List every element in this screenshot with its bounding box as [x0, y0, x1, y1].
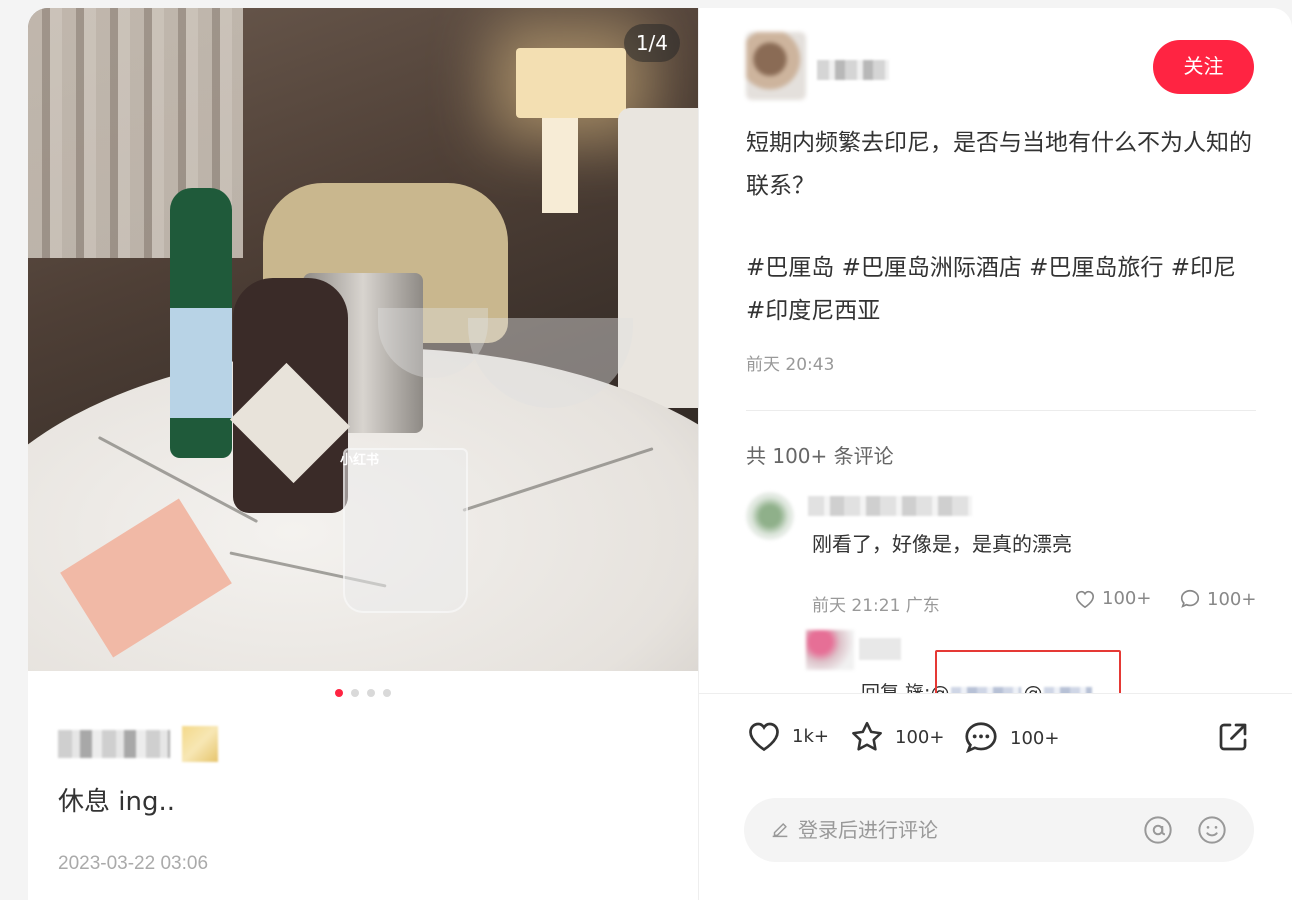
engagement-bar: 1k+ 100+ 100+ [699, 693, 1292, 900]
photo-lamp-base [542, 118, 578, 213]
photo-lamp [516, 48, 626, 118]
reply-avatar[interactable] [806, 630, 854, 670]
photo-tumbler-glass [343, 448, 468, 613]
reply-author-blurred[interactable] [859, 638, 901, 660]
comment-avatar[interactable] [746, 492, 794, 540]
divider [746, 410, 1256, 411]
favorite-count: 100+ [895, 726, 945, 748]
carousel-dots [28, 689, 698, 697]
comment-icon [1180, 589, 1200, 608]
comment-like-button[interactable]: 100+ [1074, 588, 1151, 609]
favorite-button[interactable]: 100+ [849, 719, 944, 755]
comment-author-blurred[interactable] [808, 496, 972, 516]
image-counter: 1/4 [623, 24, 680, 62]
post-time: 前天 20:43 [746, 355, 835, 375]
comment-reply-button[interactable]: 100+ [1179, 588, 1256, 610]
author-name-blurred[interactable] [817, 60, 889, 80]
at-icon[interactable] [1142, 814, 1174, 846]
carousel-dot[interactable] [383, 689, 391, 697]
photo-watermark: 小红书 [340, 453, 380, 468]
star-icon [852, 721, 882, 751]
carousel-dot[interactable] [367, 689, 375, 697]
reply-prefix: 回复 旛: [861, 682, 931, 693]
photo-bottle-pellegrino [170, 188, 232, 458]
comment-meta: 前天 21:21 广东 [812, 596, 940, 616]
post-description: 短期内频繁去印尼，是否与当地有什么不为人知的联系？ [746, 130, 1252, 199]
like-count: 1k+ [792, 725, 829, 747]
comment-total: 100+ [1010, 727, 1060, 749]
comment-reply-count: 100+ [1207, 588, 1257, 610]
annotation-highlight-box [935, 650, 1121, 693]
emoji-icon[interactable] [1196, 814, 1228, 846]
post-title: 休息 ing.. [58, 787, 176, 817]
note-detail-pane: 短期内频繁去印尼，是否与当地有什么不为人知的联系？ #巴厘岛 #巴厘岛洲际酒店 … [699, 8, 1292, 900]
pen-icon [772, 823, 788, 838]
carousel-dot[interactable] [335, 689, 343, 697]
author-avatar[interactable] [746, 32, 806, 100]
heart-icon [1075, 590, 1095, 608]
comment-icon [965, 722, 997, 754]
author-header: 关注 [699, 8, 1292, 128]
comment-text: 刚看了，好像是，是真的漂亮 [812, 532, 1072, 556]
comment-like-count: 100+ [1102, 588, 1152, 609]
author-name-blurred [58, 730, 170, 758]
heart-icon [749, 722, 779, 752]
comment-input-box[interactable] [744, 798, 1254, 862]
photo-bed [618, 108, 698, 408]
share-icon [1219, 723, 1247, 751]
carousel-dot[interactable] [351, 689, 359, 697]
photo-bottle-gin [229, 278, 351, 513]
comment-count: 共 100+ 条评论 [746, 444, 894, 468]
post-tags[interactable]: #巴厘岛 #巴厘岛洲际酒店 #巴厘岛旅行 #印尼 #印度尼西亚 [746, 247, 1258, 333]
like-button[interactable]: 1k+ [746, 719, 829, 753]
note-photo[interactable]: 小红书 1/4 [28, 8, 698, 671]
follow-button[interactable]: 关注 [1153, 40, 1254, 94]
note-media-pane: 小红书 1/4 休息 ing.. 2023-03-22 03:06 [28, 8, 698, 900]
share-button[interactable] [1215, 719, 1251, 755]
author-badge-blurred [182, 726, 218, 762]
comment-input[interactable] [798, 810, 1118, 850]
post-date: 2023-03-22 03:06 [58, 853, 209, 874]
note-detail-card: 小红书 1/4 休息 ing.. 2023-03-22 03:06 短期内频繁去… [28, 8, 1292, 900]
comment-button[interactable]: 100+ [962, 719, 1059, 757]
